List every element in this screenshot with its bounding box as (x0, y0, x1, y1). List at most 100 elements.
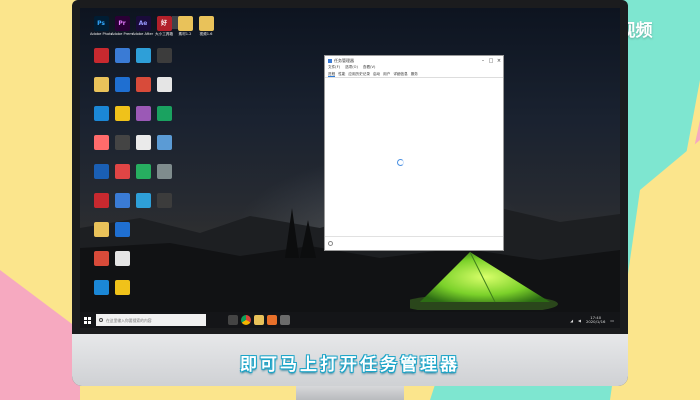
desktop-screen: PsAdobe Photosh...PrAdobe Premiere Pr...… (80, 8, 620, 328)
desktop-app-icon[interactable] (90, 48, 112, 63)
minimize-button[interactable]: – (479, 58, 487, 64)
app-icon (114, 251, 130, 266)
desktop-app-icon[interactable] (111, 193, 133, 208)
desktop-app-icon[interactable] (132, 135, 154, 150)
app-icon (135, 135, 151, 150)
desktop-app-icon[interactable] (111, 135, 133, 150)
desktop-shortcut-label: Adobe After Effects CC (132, 32, 154, 36)
tent-illustration (410, 251, 558, 310)
fewer-details-icon[interactable] (328, 241, 333, 246)
task-manager-title: 任务管理器 (334, 57, 354, 63)
desktop-shortcut[interactable]: AeAdobe After Effects CC (132, 16, 154, 36)
desktop-app-icon[interactable] (90, 106, 112, 121)
app-icon (114, 77, 130, 92)
desktop-app-icon[interactable] (132, 77, 154, 92)
premiere-icon: Pr (114, 16, 130, 31)
desktop-app-icon[interactable] (111, 280, 133, 295)
desktop-app-icon[interactable] (132, 48, 154, 63)
tab-users[interactable]: 用户 (383, 71, 390, 77)
clock[interactable]: 17:40 2020/1/16 (585, 315, 606, 325)
desktop-app-icon[interactable] (111, 251, 133, 266)
app-icon (93, 193, 109, 208)
desktop-app-icon[interactable] (132, 193, 154, 208)
task-manager-taskbar-icon[interactable] (280, 315, 290, 325)
network-icon[interactable]: ◢ (570, 318, 573, 323)
task-manager-tabs: 进程 性能 应用历史记录 启动 用户 详细信息 服务 (325, 71, 503, 78)
app-icon (93, 135, 109, 150)
app-icon (114, 193, 130, 208)
maximize-button[interactable]: □ (487, 58, 495, 64)
desktop-app-icon[interactable] (111, 48, 133, 63)
chrome-icon[interactable] (241, 315, 251, 325)
taskbar-search[interactable] (96, 314, 206, 326)
haozhuo-icon: 好 (156, 16, 172, 31)
desktop-app-icon[interactable] (153, 193, 175, 208)
app-icon (114, 222, 130, 237)
app-icon (114, 48, 130, 63)
desktop-app-icon[interactable] (132, 164, 154, 179)
app-icon (156, 164, 172, 179)
desktop-app-icon[interactable] (90, 251, 112, 266)
desktop-shortcut[interactable]: PsAdobe Photosh... (90, 16, 112, 36)
desktop-shortcut-label: 视频1.6 (199, 32, 213, 36)
clock-date: 2020/1/16 (585, 319, 606, 324)
app-icon (93, 222, 109, 237)
desktop-shortcut[interactable]: 素材1.2 (174, 16, 196, 36)
app-icon (156, 135, 172, 150)
tab-app-history[interactable]: 应用历史记录 (348, 71, 370, 77)
windows-logo-icon (83, 316, 91, 324)
app-icon (156, 193, 172, 208)
tab-processes[interactable]: 进程 (328, 71, 336, 77)
app-icon (114, 106, 130, 121)
app-icon (93, 106, 109, 121)
desktop-app-icon[interactable] (132, 106, 154, 121)
monitor-stand (296, 386, 404, 400)
desktop-app-icon[interactable] (90, 280, 112, 295)
close-button[interactable]: × (495, 58, 503, 64)
desktop-app-icon[interactable] (153, 164, 175, 179)
app-icon (114, 135, 130, 150)
app-icon (93, 48, 109, 63)
task-manager-window[interactable]: 任务管理器 – □ × 文件(F) 选项(O) 查看(V) 进程 性能 应用历史… (324, 55, 504, 251)
app-icon (93, 280, 109, 295)
desktop-app-icon[interactable] (111, 222, 133, 237)
loading-spinner-icon (397, 159, 404, 166)
desktop-app-icon[interactable] (90, 193, 112, 208)
app-icon (156, 106, 172, 121)
app-icon (135, 77, 151, 92)
desktop-app-icon[interactable] (153, 48, 175, 63)
desktop-shortcut[interactable]: 好大小工具箱 (153, 16, 175, 36)
desktop-shortcut[interactable]: 视频1.6 (195, 16, 217, 36)
desktop-shortcut-label: Adobe Premiere Pr... (111, 32, 133, 36)
taskbar: ◢ ◀ 17:40 2020/1/16 ▭ (80, 312, 620, 328)
desktop-app-icon[interactable] (153, 77, 175, 92)
search-input[interactable] (106, 317, 202, 323)
start-button[interactable] (80, 312, 94, 328)
app-icon (114, 164, 130, 179)
desktop-shortcut-label: Adobe Photosh... (90, 32, 112, 36)
tab-details[interactable]: 详细信息 (393, 71, 407, 77)
taskview-icon[interactable] (228, 315, 238, 325)
desktop-app-icon[interactable] (153, 135, 175, 150)
desktop-app-icon[interactable] (90, 135, 112, 150)
desktop-app-icon[interactable] (153, 106, 175, 121)
desktop-app-icon[interactable] (111, 106, 133, 121)
tab-performance[interactable]: 性能 (338, 71, 345, 77)
desktop-app-icon[interactable] (90, 77, 112, 92)
desktop-app-icon[interactable] (90, 164, 112, 179)
desktop-app-icon[interactable] (111, 164, 133, 179)
task-manager-titlebar[interactable]: 任务管理器 – □ × (325, 56, 503, 65)
after-effects-icon: Ae (135, 16, 151, 31)
tab-startup[interactable]: 启动 (373, 71, 380, 77)
volume-icon[interactable]: ◀ (578, 318, 581, 323)
app-orange-icon[interactable] (267, 315, 277, 325)
desktop-app-icon[interactable] (111, 77, 133, 92)
task-manager-footer (325, 236, 503, 250)
file-explorer-icon[interactable] (254, 315, 264, 325)
desktop-app-icon[interactable] (90, 222, 112, 237)
notification-icon[interactable]: ▭ (610, 318, 614, 323)
photoshop-icon: Ps (93, 16, 109, 31)
desktop-shortcut[interactable]: PrAdobe Premiere Pr... (111, 16, 133, 36)
tab-services[interactable]: 服务 (411, 71, 418, 77)
app-icon (93, 164, 109, 179)
